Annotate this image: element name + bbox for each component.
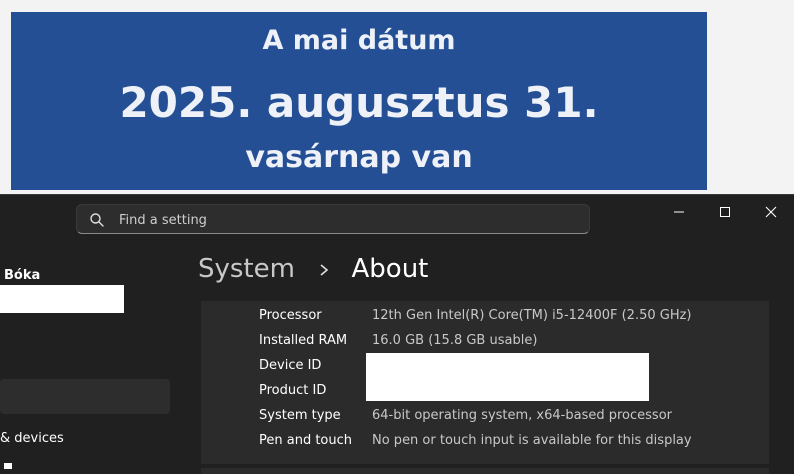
sidebar-item-bluetooth-devices[interactable]: & devices (0, 431, 64, 446)
breadcrumb-system[interactable]: System (198, 254, 295, 284)
close-button[interactable] (748, 201, 794, 223)
spec-value-processor: 12th Gen Intel(R) Core(TM) i5-12400F (2.… (372, 308, 692, 323)
minimize-button[interactable] (656, 201, 702, 223)
breadcrumb-about: About (351, 254, 429, 284)
search-box[interactable] (76, 204, 590, 234)
maximize-icon (720, 207, 730, 217)
banner-weekday: vasárnap van (245, 140, 473, 175)
chevron-right-icon (320, 263, 329, 276)
sidebar-item-system[interactable] (0, 379, 170, 414)
breadcrumb: System About (198, 254, 428, 284)
search-input[interactable] (117, 209, 561, 231)
spec-label-pen-touch: Pen and touch (259, 433, 353, 448)
banner-date: 2025. augusztus 31. (119, 78, 599, 127)
user-name: Bóka (4, 268, 41, 283)
close-icon (765, 206, 777, 218)
spec-label-processor: Processor (259, 308, 322, 323)
spec-label-system-type: System type (259, 408, 341, 423)
spec-label-device-id: Device ID (259, 358, 322, 373)
maximize-button[interactable] (702, 201, 748, 223)
next-panel-edge (201, 468, 769, 474)
device-specifications-panel: Processor 12th Gen Intel(R) Core(TM) i5-… (201, 301, 769, 464)
spec-label-ram: Installed RAM (259, 333, 348, 348)
spec-value-pen-touch: No pen or touch input is available for t… (372, 433, 692, 448)
banner-heading: A mai dátum (262, 25, 456, 56)
minimize-icon (674, 211, 684, 213)
spec-value-system-type: 64-bit operating system, x64-based proce… (372, 408, 672, 423)
sidebar-item-partial-icon (4, 463, 12, 469)
spec-value-ram: 16.0 GB (15.8 GB usable) (372, 333, 538, 348)
redacted-ids (366, 353, 649, 401)
search-icon (90, 213, 104, 227)
date-banner: A mai dátum 2025. augusztus 31. vasárnap… (11, 12, 707, 190)
redacted-email (0, 285, 124, 313)
spec-label-product-id: Product ID (259, 383, 327, 398)
settings-window: Bóka & devices System About Processor 12… (0, 194, 794, 474)
